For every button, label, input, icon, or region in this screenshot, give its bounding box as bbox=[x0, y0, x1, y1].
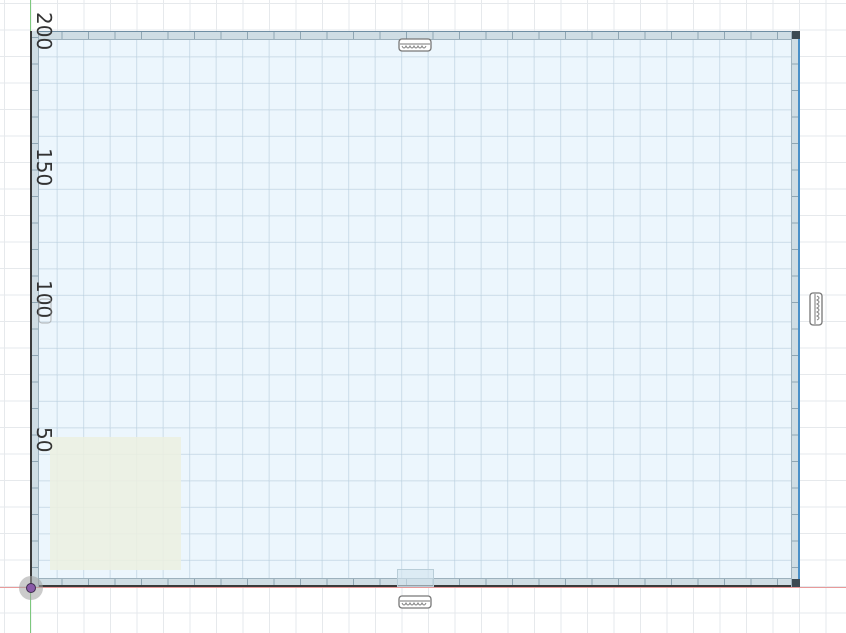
corner-point-top-right[interactable] bbox=[792, 31, 800, 39]
corner-point-bottom-right[interactable] bbox=[792, 579, 800, 587]
wall-tick-marks bbox=[792, 37, 798, 583]
origin-point-icon[interactable] bbox=[19, 576, 43, 600]
shaded-region[interactable] bbox=[50, 437, 181, 570]
design-canvas[interactable]: 200 150 100 50 bbox=[0, 0, 846, 633]
right-wall[interactable] bbox=[791, 31, 800, 587]
origin-dot bbox=[26, 583, 36, 593]
x-axis-line bbox=[0, 587, 846, 588]
dimension-label-50: 50 bbox=[32, 427, 56, 453]
resize-grip-icon[interactable] bbox=[809, 292, 823, 326]
resize-grip-icon[interactable] bbox=[398, 37, 432, 52]
dimension-label-150: 150 bbox=[32, 148, 56, 187]
small-rectangle[interactable] bbox=[397, 569, 434, 587]
resize-grip-icon[interactable] bbox=[38, 298, 52, 324]
dimension-label-200: 200 bbox=[32, 12, 56, 51]
resize-grip-icon[interactable] bbox=[398, 594, 432, 609]
